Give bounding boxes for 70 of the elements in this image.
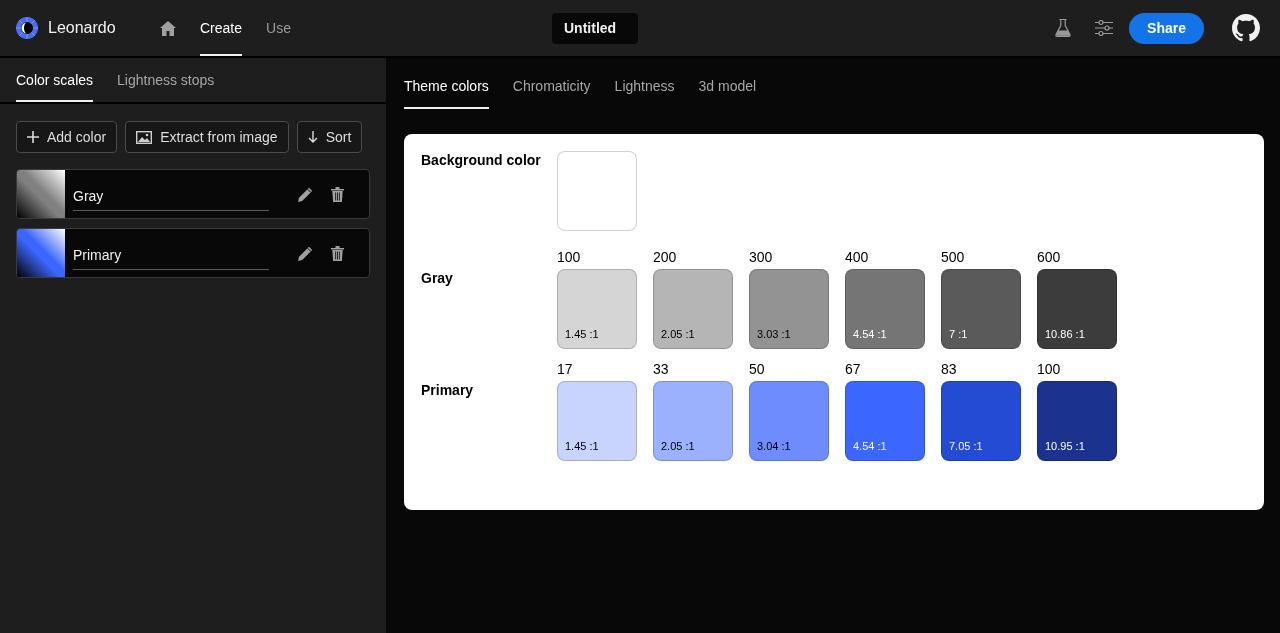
step-label: 500 [941, 248, 966, 267]
contrast-ratio: 4.54 :1 [853, 440, 887, 453]
contrast-ratio: 3.03 :1 [757, 328, 791, 341]
share-button[interactable]: Share [1129, 12, 1204, 44]
plus-icon [27, 131, 39, 143]
step-label: 67 [845, 360, 862, 379]
image-icon [136, 130, 153, 144]
color-swatch[interactable]: 7 :1 [941, 269, 1021, 349]
step-label: 300 [749, 248, 774, 267]
scale-name: Gray [421, 270, 453, 286]
name-field[interactable]: Primary [73, 240, 269, 270]
trash-icon[interactable] [331, 186, 344, 202]
nav-tab[interactable]: Create [200, 0, 243, 56]
color-scale-item[interactable]: Primary [16, 228, 370, 278]
contrast-ratio: 3.04 :1 [757, 440, 791, 453]
contrast-ratio: 7.05 :1 [949, 440, 983, 453]
sidebar-tab[interactable]: Lightness stops [117, 58, 215, 102]
flask-icon[interactable] [1055, 19, 1072, 37]
arrow-down-icon [307, 131, 318, 143]
step-label: 200 [653, 248, 678, 267]
color-swatch[interactable]: 1.45 :1 [557, 269, 637, 349]
view-tab[interactable]: Chromaticity [512, 58, 591, 109]
contrast-ratio: 2.05 :1 [661, 328, 695, 341]
step-label: 17 [557, 360, 574, 379]
scale-name: Primary [421, 382, 474, 398]
color-swatch[interactable]: 4.54 :1 [845, 269, 925, 349]
nav-tab[interactable]: Use [266, 0, 291, 56]
contrast-ratio: 10.95 :1 [1045, 440, 1085, 453]
step-label: 100 [557, 248, 582, 267]
step-label: 600 [1037, 248, 1062, 267]
color-swatch[interactable]: 2.05 :1 [653, 269, 733, 349]
color-swatch[interactable]: 4.54 :1 [845, 381, 925, 461]
color-swatch[interactable]: 10.86 :1 [1037, 269, 1117, 349]
extract-image-button[interactable]: Extract from image [125, 121, 289, 153]
view-tab[interactable]: Lightness [614, 58, 675, 109]
logo-icon [16, 17, 38, 39]
app-name: Leonardo [48, 19, 116, 37]
contrast-ratio: 4.54 :1 [853, 328, 887, 341]
contrast-ratio: 7 :1 [949, 328, 968, 341]
pencil-icon[interactable] [298, 245, 313, 261]
color-swatch[interactable]: 3.03 :1 [749, 269, 829, 349]
home-icon[interactable] [160, 20, 176, 36]
color-swatch[interactable]: 3.04 :1 [749, 381, 829, 461]
color-scale-item[interactable]: Gray [16, 169, 370, 219]
pencil-icon[interactable] [298, 186, 313, 202]
step-label: 33 [653, 360, 670, 379]
contrast-ratio: 10.86 :1 [1045, 328, 1085, 341]
sidebar-tab[interactable]: Color scales [16, 58, 94, 102]
step-label: 83 [941, 360, 958, 379]
trash-icon[interactable] [331, 245, 344, 261]
add-color-button[interactable]: Add color [16, 121, 118, 153]
contrast-ratio: 2.05 :1 [661, 440, 695, 453]
color-swatch[interactable]: 7.05 :1 [941, 381, 1021, 461]
contrast-ratio: 1.45 :1 [565, 440, 599, 453]
contrast-ratio: 1.45 :1 [565, 328, 599, 341]
cat-silhouette-icon[interactable] [1232, 14, 1260, 42]
title-field[interactable]: Untitled [552, 12, 638, 44]
view-tab[interactable]: Theme colors [404, 58, 489, 109]
name-field[interactable]: Gray [73, 181, 269, 211]
sort-button[interactable]: Sort [296, 121, 363, 153]
sliders-icon[interactable] [1095, 20, 1114, 36]
row-label: Background color [421, 151, 542, 170]
color-swatch[interactable]: 2.05 :1 [653, 381, 733, 461]
color-swatch[interactable] [557, 151, 637, 231]
step-label: 50 [749, 360, 766, 379]
color-swatch[interactable]: 10.95 :1 [1037, 381, 1117, 461]
step-label: 100 [1037, 360, 1062, 379]
view-tab[interactable]: 3d model [698, 58, 757, 109]
color-swatch[interactable]: 1.45 :1 [557, 381, 637, 461]
step-label: 400 [845, 248, 870, 267]
